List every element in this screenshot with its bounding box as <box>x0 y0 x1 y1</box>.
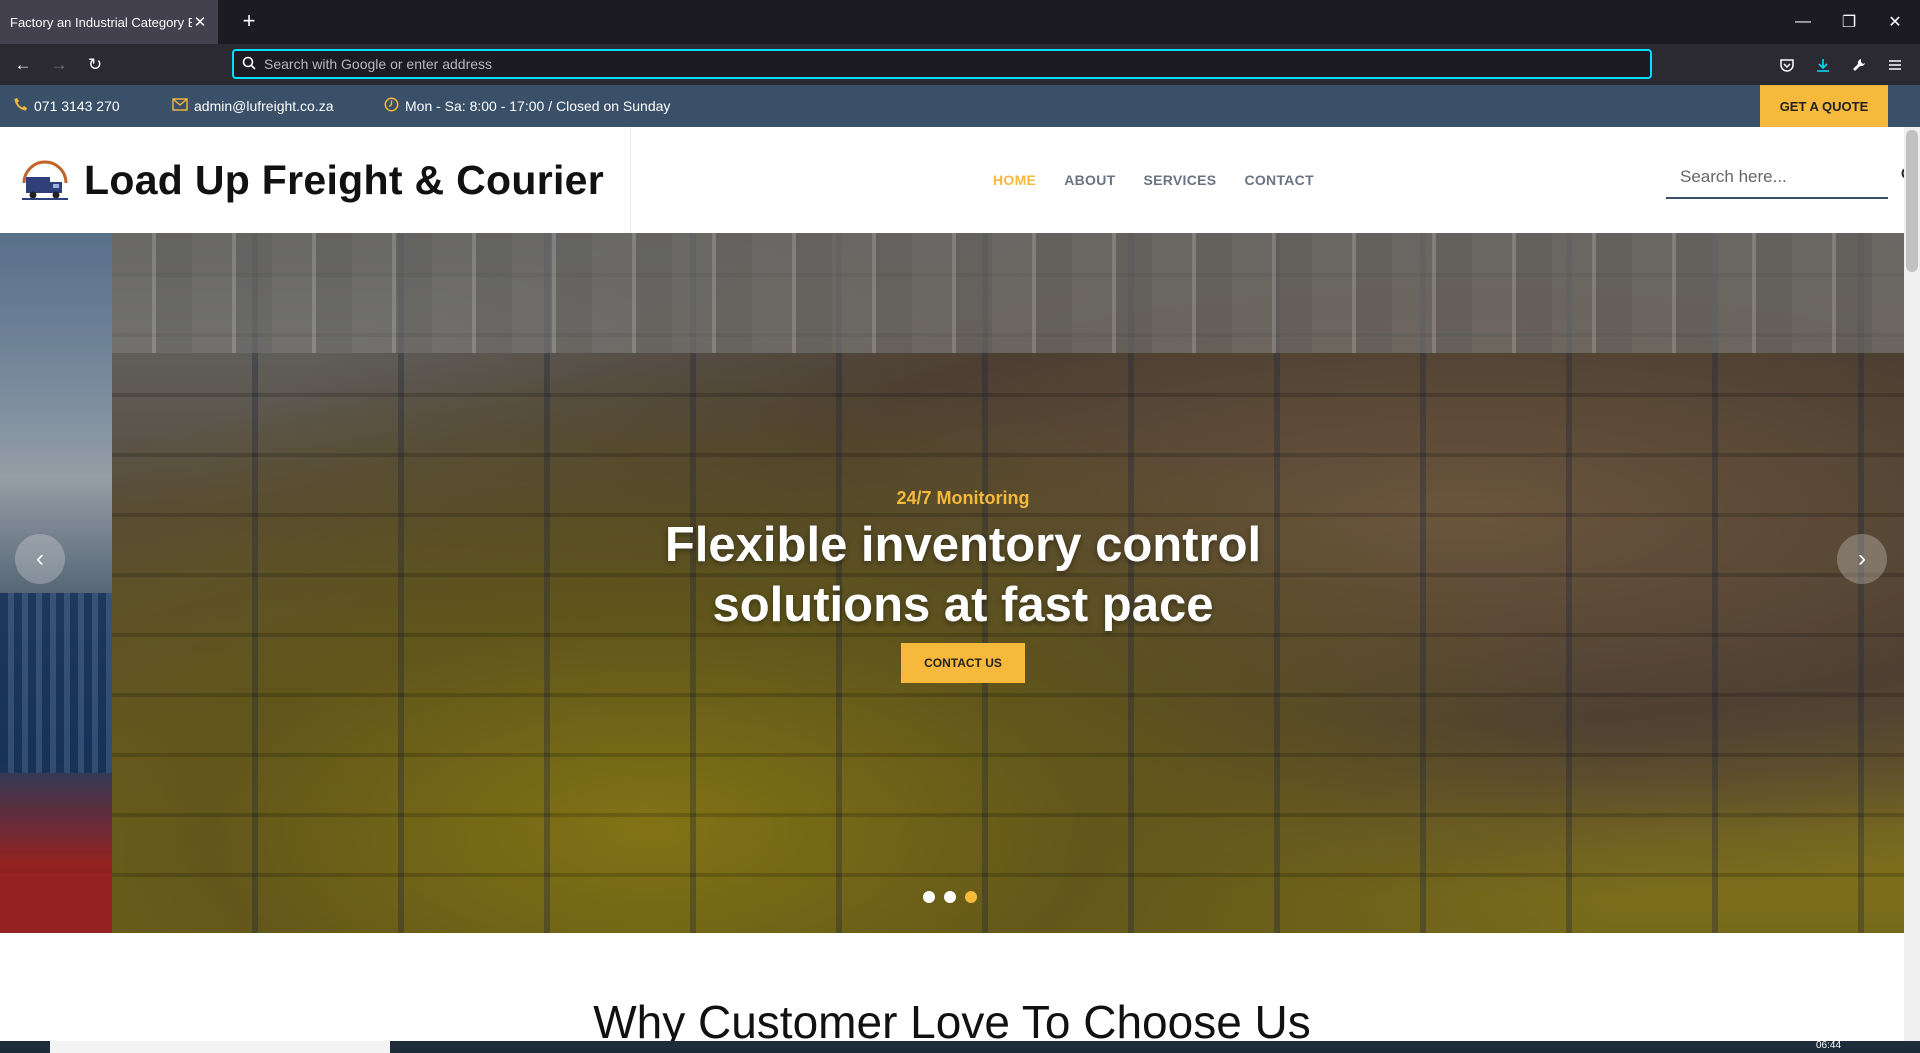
forward-button[interactable]: → <box>44 50 74 80</box>
tab-title: Factory an Industrial Category Bootst <box>10 14 192 30</box>
email-info: admin@lufreight.co.za <box>172 85 334 127</box>
envelope-icon <box>172 97 188 115</box>
slider-dots <box>923 891 977 903</box>
restore-window-button[interactable]: ❐ <box>1826 0 1872 44</box>
slide-dot-1[interactable] <box>923 891 935 903</box>
clock-icon <box>384 97 399 116</box>
main-menu: HOME ABOUT SERVICES CONTACT <box>993 127 1314 233</box>
hero-headline-line2: solutions at fast pace <box>712 578 1214 632</box>
pocket-icon[interactable] <box>1772 50 1802 80</box>
hero-caption: 24/7 Monitoring Flexible inventory contr… <box>563 488 1363 683</box>
wrench-icon[interactable] <box>1844 50 1874 80</box>
downloads-icon[interactable] <box>1808 50 1838 80</box>
hours-info: Mon - Sa: 8:00 - 17:00 / Closed on Sunda… <box>384 85 670 127</box>
close-window-button[interactable]: ✕ <box>1872 0 1918 44</box>
opening-hours: Mon - Sa: 8:00 - 17:00 / Closed on Sunda… <box>405 98 671 114</box>
phone-info: 071 3143 270 <box>14 85 120 127</box>
back-button[interactable]: ← <box>8 50 38 80</box>
info-bar: 071 3143 270 admin@lufreight.co.za Mon -… <box>0 85 1920 127</box>
previous-slide-arrow-icon[interactable]: ‹ <box>15 534 65 584</box>
taskbar-clock: 06:44 <box>1816 1041 1842 1051</box>
taskbar-search[interactable] <box>50 1041 390 1053</box>
hamburger-menu-icon[interactable] <box>1880 50 1910 80</box>
next-slide-arrow-icon[interactable]: › <box>1837 534 1887 584</box>
header-divider <box>630 127 631 233</box>
slide-dot-3[interactable] <box>965 891 977 903</box>
get-quote-button[interactable]: GET A QUOTE <box>1760 85 1888 127</box>
hero-kicker: 24/7 Monitoring <box>896 488 1030 508</box>
minimize-window-button[interactable]: — <box>1780 0 1826 44</box>
os-taskbar: 06:44 <box>0 1041 1920 1053</box>
phone-number[interactable]: 071 3143 270 <box>34 98 120 114</box>
site-header: Load Up Freight & Courier HOME ABOUT SER… <box>0 127 1920 233</box>
page-scrollbar-thumb[interactable] <box>1906 130 1918 272</box>
new-tab-button[interactable]: + <box>236 9 262 35</box>
close-tab-icon[interactable]: ✕ <box>192 13 208 31</box>
truck-logo-icon <box>22 160 68 200</box>
menu-item-contact[interactable]: CONTACT <box>1244 172 1314 188</box>
address-input[interactable] <box>264 56 1650 72</box>
brand[interactable]: Load Up Freight & Courier <box>18 127 604 233</box>
browser-toolbar: ← → ↻ <box>0 44 1920 85</box>
email-address[interactable]: admin@lufreight.co.za <box>194 98 334 114</box>
phone-icon <box>14 97 28 115</box>
brand-name: Load Up Freight & Courier <box>84 156 604 203</box>
site-search-input[interactable] <box>1666 167 1901 187</box>
search-icon <box>242 56 256 73</box>
contact-us-button[interactable]: CONTACT US <box>901 643 1025 683</box>
hero-slider: 24/7 Monitoring Flexible inventory contr… <box>0 233 1904 933</box>
hero-headline: Flexible inventory control solutions at … <box>563 515 1363 635</box>
site-search <box>1666 157 1916 199</box>
menu-item-services[interactable]: SERVICES <box>1143 172 1216 188</box>
slide-dot-2[interactable] <box>944 891 956 903</box>
browser-tab-active[interactable]: Factory an Industrial Category Bootst ✕ <box>0 0 218 44</box>
menu-item-about[interactable]: ABOUT <box>1064 172 1115 188</box>
browser-tab-strip: Factory an Industrial Category Bootst ✕ … <box>0 0 1920 44</box>
reload-button[interactable]: ↻ <box>80 50 110 80</box>
hero-headline-line1: Flexible inventory control <box>664 518 1262 572</box>
address-bar[interactable] <box>232 49 1652 79</box>
menu-item-home[interactable]: HOME <box>993 172 1036 188</box>
